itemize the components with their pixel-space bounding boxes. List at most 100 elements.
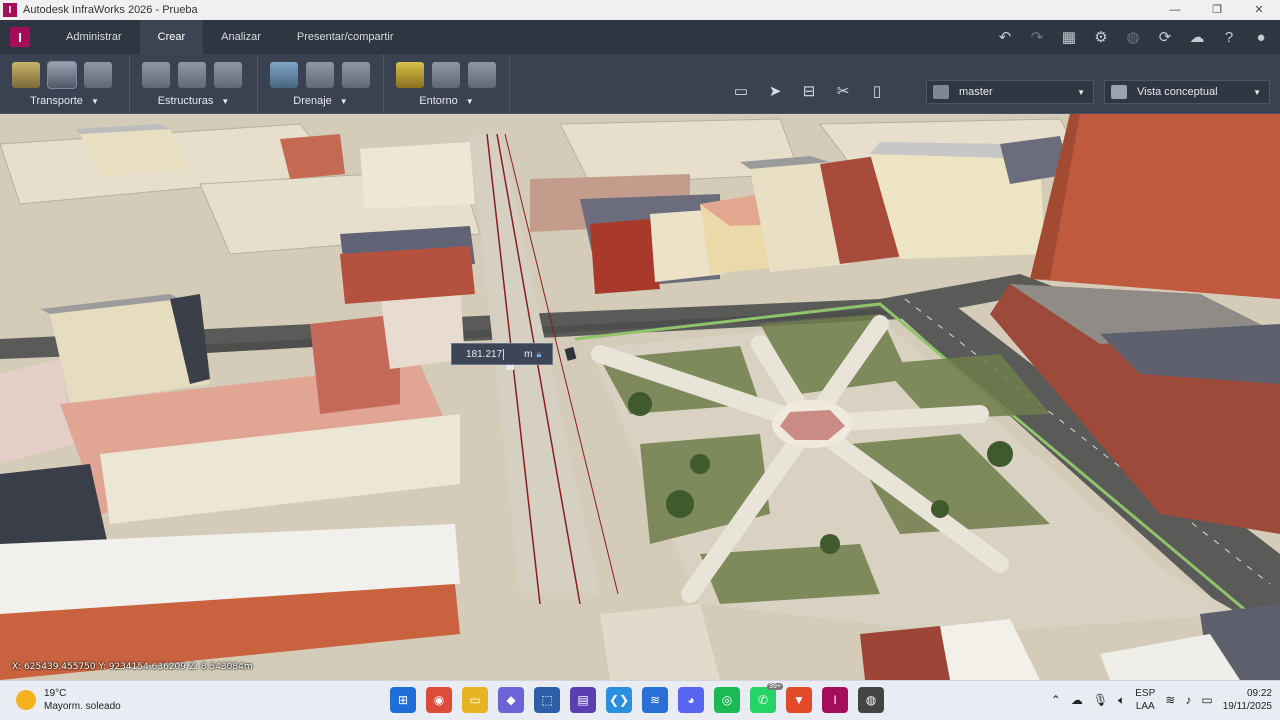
tab-analizar[interactable]: Analizar xyxy=(203,20,279,54)
ruler-icon[interactable]: ▯ xyxy=(866,82,888,100)
chrome-icon[interactable]: ◉ xyxy=(426,687,452,713)
app-purple-icon[interactable]: ▤ xyxy=(570,687,596,713)
close-button[interactable]: ✕ xyxy=(1238,0,1280,20)
grid-icon[interactable]: ▦ xyxy=(1058,28,1080,46)
3d-viewport[interactable]: 181.217 m 🔒︎ X: 625439.455750 Y: 9234154… xyxy=(0,114,1280,680)
bridge-icon[interactable] xyxy=(142,62,170,88)
discord-icon[interactable]: ◕ xyxy=(678,687,704,713)
lanes-icon[interactable] xyxy=(47,61,77,89)
ribbon-group-label[interactable]: Entorno ▼ xyxy=(384,95,509,107)
visual-style-dropdown[interactable]: Vista conceptual ▼ xyxy=(1104,80,1270,104)
spotify-icon[interactable]: ◎ xyxy=(714,687,740,713)
screen-icon[interactable]: ▭ xyxy=(730,82,752,100)
tab-presentar-compartir[interactable]: Presentar/compartir xyxy=(279,20,412,54)
chevron-down-icon: ▼ xyxy=(1253,87,1261,97)
culvert-icon[interactable] xyxy=(342,62,370,88)
sync-icon[interactable]: ⟳ xyxy=(1154,28,1176,46)
rail-icon[interactable] xyxy=(84,62,112,88)
wifi-icon[interactable]: ≋ xyxy=(1165,693,1175,707)
microphone-icon[interactable]: 🎙︎ xyxy=(1093,693,1108,707)
redo-icon[interactable]: ↷ xyxy=(1026,28,1048,46)
measurement-input[interactable]: 181.217 m 🔒︎ xyxy=(451,343,553,365)
chevron-down-icon: ▼ xyxy=(465,97,474,106)
help-icon[interactable]: ? xyxy=(1218,29,1240,46)
file-explorer-icon[interactable]: ▭ xyxy=(462,687,488,713)
ribbon-group-label[interactable]: Transporte ▼ xyxy=(0,95,129,107)
select-icon[interactable]: ➤ xyxy=(764,82,786,100)
brave-icon[interactable]: ▼ xyxy=(786,687,812,713)
branch-icon xyxy=(933,85,949,99)
title-bar: I Autodesk InfraWorks 2026 - Prueba — ❐ … xyxy=(0,0,1280,20)
app-cube-icon[interactable]: ◆ xyxy=(498,687,524,713)
windows-taskbar: 19°C Mayorm. soleado ⊞ ◉ ▭ ◆ ⬚ ▤ ❮❯ ≋ ◕ ◎ ✆ 99+ ▼ I ◍ … xyxy=(0,680,1280,720)
undo-icon[interactable]: ↶ xyxy=(994,28,1016,46)
tree-settings-icon[interactable] xyxy=(468,62,496,88)
clock-date: 19/11/2025 xyxy=(1222,701,1272,712)
speaker-icon[interactable]: ♪ xyxy=(1185,693,1191,707)
ribbon: Transporte ▼ Estructuras ▼ Drenaje ▼ Entorn… xyxy=(0,54,1280,114)
measurement-value[interactable]: 181.217 xyxy=(466,348,505,360)
tunnel-icon[interactable] xyxy=(178,62,206,88)
infraworks-app-icon: I xyxy=(3,3,17,17)
infraworks-icon[interactable]: I xyxy=(822,687,848,713)
chevron-down-icon: ▼ xyxy=(221,97,230,106)
whatsapp-icon[interactable]: ✆ 99+ xyxy=(750,683,783,713)
weather-temperature: 19°C xyxy=(44,688,67,699)
weather-sun-icon xyxy=(16,690,36,710)
ribbon-group-drenaje: Drenaje ▼ xyxy=(258,54,384,112)
road-icon[interactable] xyxy=(12,62,40,88)
maximize-button[interactable]: ❐ xyxy=(1196,0,1238,20)
style-icon xyxy=(1111,85,1127,99)
ribbon-group-entorno: Entorno ▼ xyxy=(384,54,510,112)
ribbon-group-label[interactable]: Estructuras ▼ xyxy=(130,95,257,107)
ribbon-group-estructuras: Estructuras ▼ xyxy=(130,54,258,112)
windows-start-icon[interactable]: ⊞ xyxy=(390,687,416,713)
weather-widget[interactable]: 19°C Mayorm. soleado xyxy=(16,687,121,713)
chevron-down-icon: ▼ xyxy=(90,97,99,106)
system-tray: ⌃ ☁ 🎙︎ 🔈︎ ESP LAA ≋ ♪ ▭ 09:22 19/11/2025 xyxy=(1051,687,1272,713)
settings-icon[interactable]: ⚙ xyxy=(1090,28,1112,46)
weather-description: Mayorm. soleado xyxy=(44,701,121,712)
pond-icon[interactable] xyxy=(270,62,298,88)
chevron-up-icon[interactable]: ⌃ xyxy=(1051,693,1061,707)
app-stack-icon[interactable]: ≋ xyxy=(642,687,668,713)
application-menu-button[interactable]: I xyxy=(10,27,30,47)
building-icon[interactable] xyxy=(214,62,242,88)
cloud-icon[interactable]: ☁ xyxy=(1186,28,1208,46)
volume-icon[interactable]: 🔈︎ xyxy=(1118,693,1125,708)
branch-dropdown[interactable]: master ▼ xyxy=(926,80,1094,104)
app-blue-icon[interactable]: ⬚ xyxy=(534,687,560,713)
ribbon-group-label[interactable]: Drenaje ▼ xyxy=(258,95,383,107)
city-model-scene xyxy=(0,114,1280,680)
lock-icon[interactable]: 🔒︎ xyxy=(537,349,542,360)
chevron-down-icon: ▼ xyxy=(339,97,348,106)
tab-crear[interactable]: Crear xyxy=(139,20,204,54)
cloud-icon[interactable]: ☁ xyxy=(1071,693,1083,707)
city-furniture-icon[interactable] xyxy=(432,62,460,88)
keyboard-layout: LAA xyxy=(1135,701,1155,712)
menu-bar: I Administrar Crear Analizar Presentar/c… xyxy=(0,20,1280,54)
traffic-light-icon[interactable] xyxy=(396,62,424,88)
user-icon[interactable]: ● xyxy=(1250,29,1272,46)
cursor-coordinates: X: 625439.455750 Y: 9234154.636209 Z: 8.… xyxy=(12,662,253,672)
clock[interactable]: 09:22 19/11/2025 xyxy=(1223,687,1272,713)
minimize-button[interactable]: — xyxy=(1154,0,1196,20)
obs-icon[interactable]: ◍ xyxy=(858,687,884,713)
chevron-down-icon: ▼ xyxy=(1077,87,1085,97)
battery-icon[interactable]: ▭ xyxy=(1201,693,1212,707)
tab-administrar[interactable]: Administrar xyxy=(48,20,140,54)
ribbon-group-transporte: Transporte ▼ xyxy=(0,54,130,112)
clock-time: 09:22 xyxy=(1246,688,1272,699)
trim-icon[interactable]: ✂ xyxy=(832,82,854,100)
measurement-unit: m xyxy=(524,348,533,360)
visual-style-value: Vista conceptual xyxy=(1137,86,1218,98)
window-title: Autodesk InfraWorks 2026 - Prueba xyxy=(23,4,198,16)
language-code: ESP xyxy=(1135,688,1156,699)
measure-icon[interactable]: ⊟ xyxy=(798,82,820,100)
pipe-icon[interactable] xyxy=(306,62,334,88)
branch-dropdown-value: master xyxy=(959,86,993,98)
globe-icon[interactable]: ◍ xyxy=(1122,28,1144,46)
taskbar-apps: ⊞ ◉ ▭ ◆ ⬚ ▤ ❮❯ ≋ ◕ ◎ ✆ 99+ ▼ I ◍ xyxy=(390,683,884,713)
vscode-icon[interactable]: ❮❯ xyxy=(606,687,632,713)
language-indicator[interactable]: ESP LAA xyxy=(1135,687,1155,713)
